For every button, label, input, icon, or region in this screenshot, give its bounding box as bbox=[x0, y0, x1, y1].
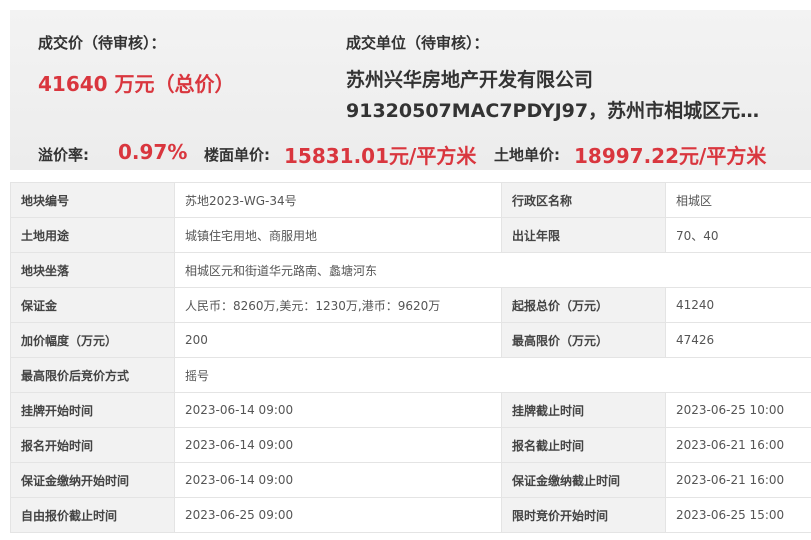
parcel-id-value: 苏地2023-WG-34号 bbox=[174, 182, 502, 218]
table-row: 地块坐落 相城区元和街道华元路南、蠡塘河东 bbox=[10, 252, 811, 288]
land-use-value: 城镇住宅用地、商服用地 bbox=[174, 217, 502, 253]
location-value: 相城区元和街道华元路南、蠡塘河东 bbox=[174, 252, 811, 288]
lease-term-label: 出让年限 bbox=[501, 217, 666, 253]
table-row: 加价幅度（万元） 200 最高限价（万元） 47426 bbox=[10, 322, 811, 358]
table-row: 自由报价截止时间 2023-06-25 09:00 限时竞价开始时间 2023-… bbox=[10, 497, 811, 533]
land-price-label: 土地单价: bbox=[494, 146, 560, 164]
bidding-method-label: 最高限价后竞价方式 bbox=[10, 357, 175, 393]
buyer-label: 成交单位（待审核）： bbox=[346, 34, 489, 52]
floor-price-label: 楼面单价: bbox=[204, 146, 270, 164]
district-label: 行政区名称 bbox=[501, 182, 666, 218]
deposit-label: 保证金 bbox=[10, 287, 175, 323]
floor-price-value: 15831.01元/平方米 bbox=[284, 144, 477, 168]
timed-bid-start-label: 限时竞价开始时间 bbox=[501, 497, 666, 533]
premium-rate-label: 溢价率: bbox=[38, 146, 89, 164]
land-info-table: 地块编号 苏地2023-WG-34号 行政区名称 相城区 土地用途 城镇住宅用地… bbox=[10, 182, 811, 533]
land-price-value: 18997.22元/平方米 bbox=[574, 144, 767, 168]
listing-start-label: 挂牌开始时间 bbox=[10, 392, 175, 428]
listing-end-value: 2023-06-25 10:00 bbox=[665, 392, 811, 428]
land-use-label: 土地用途 bbox=[10, 217, 175, 253]
registration-start-value: 2023-06-14 09:00 bbox=[174, 427, 502, 463]
listing-start-value: 2023-06-14 09:00 bbox=[174, 392, 502, 428]
deal-price-value: 41640 万元（总价） bbox=[38, 72, 235, 96]
timed-bid-start-value: 2023-06-25 15:00 bbox=[665, 497, 811, 533]
bidding-method-value: 摇号 bbox=[174, 357, 811, 393]
registration-end-value: 2023-06-21 16:00 bbox=[665, 427, 811, 463]
max-price-value: 47426 bbox=[665, 322, 811, 358]
starting-price-value: 41240 bbox=[665, 287, 811, 323]
table-row: 保证金 人民币：8260万,美元：1230万,港币：9620万 起报总价（万元）… bbox=[10, 287, 811, 323]
table-row: 土地用途 城镇住宅用地、商服用地 出让年限 70、40 bbox=[10, 217, 811, 253]
table-row: 报名开始时间 2023-06-14 09:00 报名截止时间 2023-06-2… bbox=[10, 427, 811, 463]
starting-price-label: 起报总价（万元） bbox=[501, 287, 666, 323]
buyer-name: 苏州兴华房地产开发有限公司 bbox=[346, 69, 594, 91]
free-bid-end-value: 2023-06-25 09:00 bbox=[174, 497, 502, 533]
registration-start-label: 报名开始时间 bbox=[10, 427, 175, 463]
listing-end-label: 挂牌截止时间 bbox=[501, 392, 666, 428]
parcel-id-label: 地块编号 bbox=[10, 182, 175, 218]
premium-rate-value: 0.97% bbox=[118, 140, 188, 164]
table-row: 地块编号 苏地2023-WG-34号 行政区名称 相城区 bbox=[10, 182, 811, 218]
deposit-start-value: 2023-06-14 09:00 bbox=[174, 462, 502, 498]
deposit-end-value: 2023-06-21 16:00 bbox=[665, 462, 811, 498]
deal-summary-panel: 成交价（待审核）： 41640 万元（总价） 成交单位（待审核）： 苏州兴华房地… bbox=[10, 10, 811, 170]
table-row: 挂牌开始时间 2023-06-14 09:00 挂牌截止时间 2023-06-2… bbox=[10, 392, 811, 428]
increment-value: 200 bbox=[174, 322, 502, 358]
free-bid-end-label: 自由报价截止时间 bbox=[10, 497, 175, 533]
registration-end-label: 报名截止时间 bbox=[501, 427, 666, 463]
deposit-end-label: 保证金缴纳截止时间 bbox=[501, 462, 666, 498]
district-value: 相城区 bbox=[665, 182, 811, 218]
increment-label: 加价幅度（万元） bbox=[10, 322, 175, 358]
buyer-detail: 91320507MAC7PDYJ97，苏州市相城区元… bbox=[346, 100, 760, 122]
deposit-value: 人民币：8260万,美元：1230万,港币：9620万 bbox=[174, 287, 502, 323]
deal-price-label: 成交价（待审核）： bbox=[38, 34, 166, 52]
table-row: 最高限价后竞价方式 摇号 bbox=[10, 357, 811, 393]
location-label: 地块坐落 bbox=[10, 252, 175, 288]
lease-term-value: 70、40 bbox=[665, 217, 811, 253]
deposit-start-label: 保证金缴纳开始时间 bbox=[10, 462, 175, 498]
table-row: 保证金缴纳开始时间 2023-06-14 09:00 保证金缴纳截止时间 202… bbox=[10, 462, 811, 498]
max-price-label: 最高限价（万元） bbox=[501, 322, 666, 358]
